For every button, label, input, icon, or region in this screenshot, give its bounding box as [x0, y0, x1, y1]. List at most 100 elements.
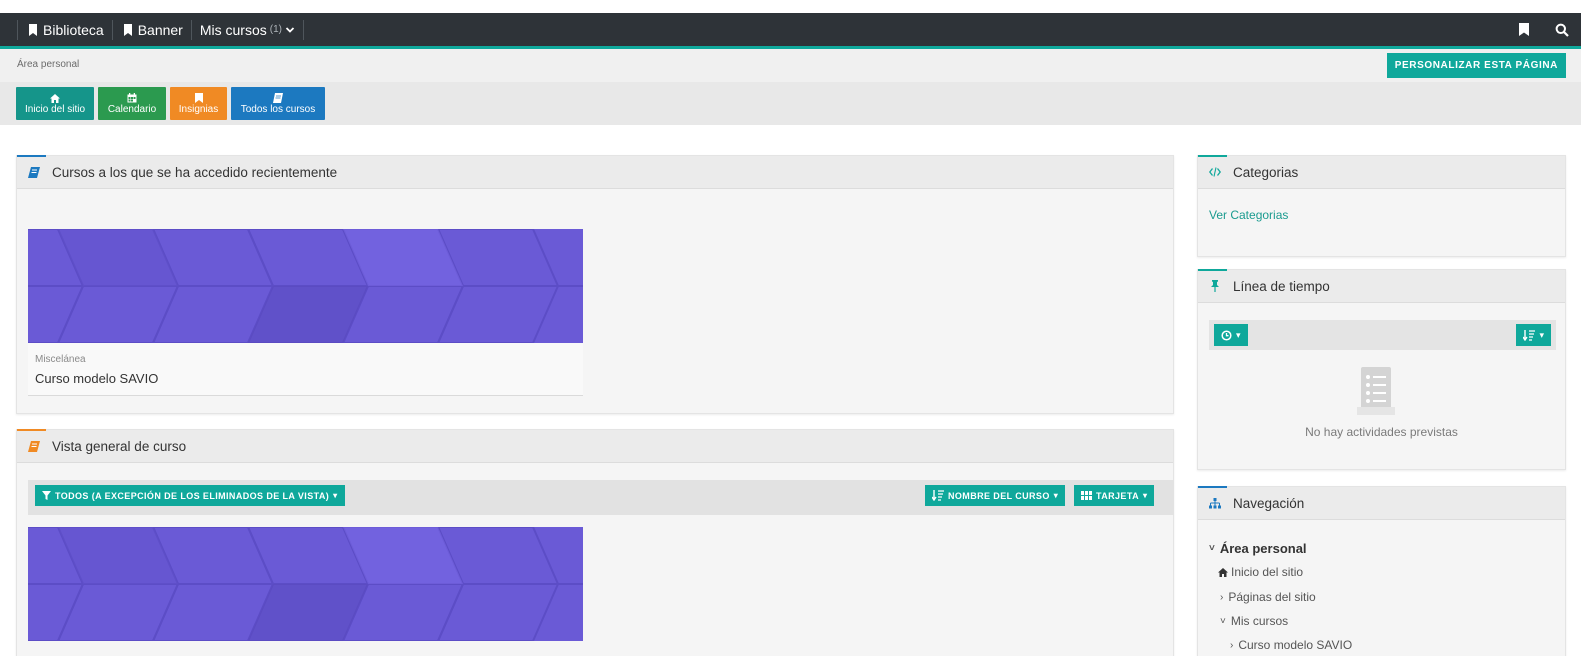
nav-divider: [111, 19, 113, 40]
course-count: (1): [269, 24, 282, 35]
sort-dropdown-button[interactable]: NOMBRE DEL CURSO ▾: [925, 485, 1066, 506]
nav-tree-area-personal[interactable]: ˅ Área personal: [1209, 541, 1307, 556]
nav-tree-label: Curso modelo SAVIO: [1238, 638, 1353, 652]
chevron-down-icon: ˅: [1209, 543, 1215, 554]
nav-tree-label: Páginas del sitio: [1228, 590, 1316, 604]
quick-link-calendario[interactable]: Calendario: [98, 87, 166, 120]
filter-dropdown-button[interactable]: TODOS (A EXCEPCIÓN DE LOS ELIMINADOS DE …: [35, 485, 345, 506]
bookmark-icon: [123, 23, 132, 36]
nav-tree-label: Mis cursos: [1230, 614, 1289, 628]
course-card-image[interactable]: [28, 229, 583, 343]
hexagon-pattern: [28, 229, 583, 343]
navigation-block: Navegación ˅ Área personal Inicio del si…: [1197, 486, 1566, 656]
nav-item-label: Biblioteca: [43, 21, 104, 38]
home-icon: [50, 93, 60, 103]
nav-tree-mis-cursos[interactable]: ˅ Mis cursos: [1220, 614, 1288, 628]
top-navbar: Biblioteca Banner Mis cursos (1): [0, 13, 1581, 49]
sort-icon: [1523, 329, 1536, 341]
timeline-sort-button[interactable]: ▾: [1516, 324, 1551, 346]
clock-icon: [1221, 329, 1232, 341]
view-categories-link[interactable]: Ver Categorias: [1209, 208, 1288, 222]
top-spacer: [0, 0, 1581, 13]
recent-courses-block: Cursos a los que se ha accedido reciente…: [16, 155, 1174, 414]
nav-item-biblioteca[interactable]: Biblioteca: [26, 22, 104, 38]
pin-icon: [1211, 280, 1219, 292]
header-accent: [1198, 155, 1227, 157]
nav-divider: [190, 19, 192, 40]
quick-link-label: Insignias: [178, 104, 219, 115]
nav-tree-label: Área personal: [1219, 541, 1307, 556]
quick-link-insignias[interactable]: Insignias: [170, 87, 227, 120]
quick-link-inicio[interactable]: Inicio del sitio: [16, 87, 94, 120]
sort-label: NOMBRE DEL CURSO: [948, 490, 1050, 501]
nav-item-mis-cursos[interactable]: Mis cursos (1): [200, 22, 295, 38]
block-header: Vista general de curso: [17, 429, 1173, 463]
course-card-image[interactable]: [28, 527, 583, 641]
calendar-icon: [127, 93, 137, 103]
nav-tree-curso-modelo-savio[interactable]: › Curso modelo SAVIO: [1230, 638, 1352, 652]
bookmark-icon: [1519, 23, 1529, 36]
timeline-block: Línea de tiempo ▾ ▾ No hay actividades p…: [1197, 269, 1566, 470]
book-icon: [28, 440, 40, 452]
filter-icon: [42, 491, 51, 500]
chevron-down-icon: ˅: [1220, 615, 1226, 627]
nav-divider: [17, 19, 18, 40]
bookmark-button[interactable]: [1505, 13, 1543, 46]
course-name[interactable]: Curso modelo SAVIO: [35, 371, 158, 386]
header-accent: [1198, 486, 1227, 488]
caret-down-icon: ▾: [1053, 491, 1059, 500]
book-icon: [273, 93, 283, 103]
block-title: Cursos a los que se ha accedido reciente…: [52, 164, 338, 180]
nav-tree-paginas-del-sitio[interactable]: › Páginas del sitio: [1220, 590, 1316, 604]
timeline-toolbar: ▾ ▾: [1209, 320, 1556, 350]
categories-block: Categorias Ver Categorias: [1197, 155, 1566, 257]
search-button[interactable]: [1543, 13, 1581, 46]
header-accent: [17, 155, 46, 157]
quick-link-label: Inicio del sitio: [24, 104, 86, 115]
course-category: Miscelánea: [35, 354, 86, 365]
chevron-right-icon: ›: [1230, 639, 1234, 651]
header-accent: [17, 429, 46, 431]
overview-toolbar: TODOS (A EXCEPCIÓN DE LOS ELIMINADOS DE …: [28, 480, 1174, 515]
quick-links-bar: Inicio del sitio Calendario Insignias To…: [0, 82, 1581, 125]
caret-down-icon: ▾: [333, 491, 338, 500]
nav-tree-inicio-del-sitio[interactable]: Inicio del sitio: [1218, 565, 1303, 579]
grid-icon: [1081, 491, 1092, 500]
chevron-right-icon: ›: [1220, 591, 1224, 603]
sort-icon: [932, 490, 944, 501]
bookmark-icon: [194, 93, 203, 103]
nav-item-label: Mis cursos: [199, 21, 267, 38]
quick-link-label: Todos los cursos: [240, 104, 316, 115]
block-header: Categorias: [1198, 155, 1565, 189]
breadcrumb-bar: Área personal PERSONALIZAR ESTA PÁGINA: [0, 49, 1581, 82]
caret-down-icon: ▾: [1142, 491, 1148, 500]
navbar-right-tools: [1505, 13, 1581, 46]
nav-item-banner[interactable]: Banner: [121, 22, 183, 38]
block-title: Categorias: [1233, 164, 1299, 180]
customize-page-button[interactable]: PERSONALIZAR ESTA PÁGINA: [1386, 53, 1566, 78]
book-icon: [28, 166, 40, 178]
nav-tree-label: Inicio del sitio: [1231, 565, 1304, 579]
caret-down-icon: ▾: [1539, 329, 1544, 340]
code-icon: [1209, 167, 1221, 177]
empty-list-icon: [1357, 367, 1395, 415]
quick-link-todos-los-cursos[interactable]: Todos los cursos: [231, 87, 325, 120]
timeline-filter-button[interactable]: ▾: [1214, 324, 1248, 346]
view-dropdown-button[interactable]: TARJETA ▾: [1074, 485, 1155, 506]
breadcrumb[interactable]: Área personal: [17, 59, 79, 70]
view-label: TARJETA: [1096, 490, 1139, 501]
filter-label: TODOS (A EXCEPCIÓN DE LOS ELIMINADOS DE …: [55, 490, 330, 501]
nav-item-label: Banner: [137, 21, 183, 38]
block-title: Vista general de curso: [52, 438, 187, 454]
nav-divider: [303, 19, 304, 40]
home-icon: [1218, 567, 1228, 577]
block-header: Cursos a los que se ha accedido reciente…: [17, 155, 1173, 189]
bookmark-icon: [29, 23, 37, 36]
course-overview-block: Vista general de curso TODOS (A EXCEPCIÓ…: [16, 429, 1174, 656]
chevron-down-icon: [285, 26, 295, 33]
course-card-footer[interactable]: Miscelánea Curso modelo SAVIO: [28, 343, 583, 396]
sitemap-icon: [1209, 497, 1221, 508]
block-title: Navegación: [1233, 495, 1305, 511]
timeline-empty-message: No hay actividades previstas: [1305, 425, 1458, 439]
block-header: Línea de tiempo: [1198, 269, 1565, 303]
